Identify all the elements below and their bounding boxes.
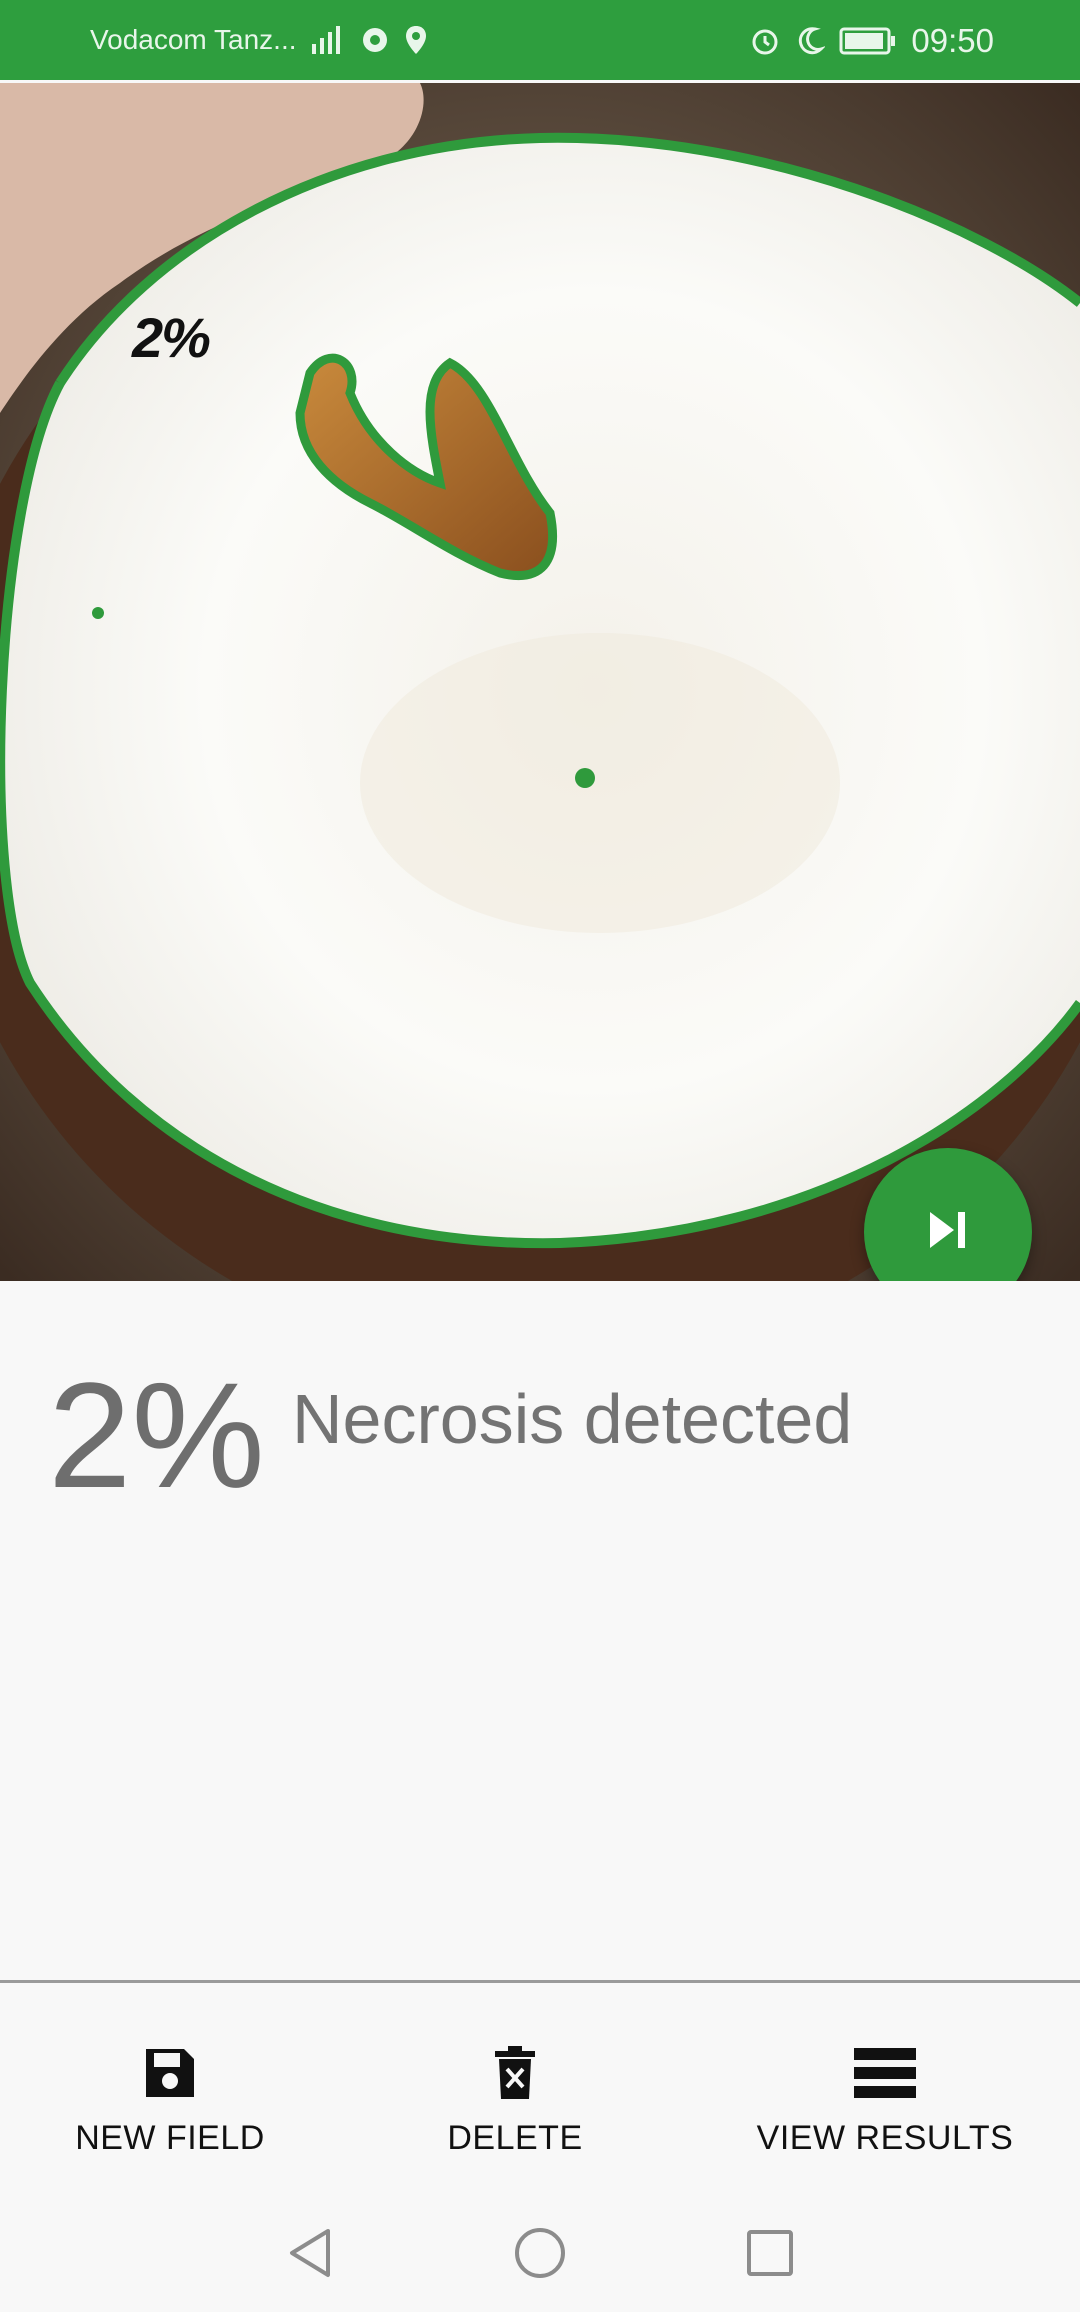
delete-icon xyxy=(493,2045,537,2101)
result-panel: 2% Necrosis detected xyxy=(0,1281,1080,1981)
delete-label: DELETE xyxy=(447,2119,583,2157)
back-icon[interactable] xyxy=(280,2223,340,2283)
clock-time: 09:50 xyxy=(911,22,994,59)
overlay-percent-label: 2% xyxy=(132,306,211,369)
battery-icon xyxy=(839,26,897,56)
signal-icon xyxy=(310,24,346,56)
alarm-icon xyxy=(749,25,781,57)
new-field-button[interactable]: NEW FIELD xyxy=(60,1983,280,2188)
analyzed-photo: 2% xyxy=(0,83,1080,1281)
save-icon xyxy=(142,2045,198,2101)
do-not-disturb-icon xyxy=(795,25,826,57)
recents-icon[interactable] xyxy=(740,2223,800,2283)
necrosis-percent: 2% xyxy=(48,1351,265,1519)
necrosis-label: Necrosis detected xyxy=(292,1380,853,1458)
view-results-label: VIEW RESULTS xyxy=(756,2119,1014,2157)
location-icon xyxy=(404,24,428,56)
list-icon xyxy=(854,2045,916,2101)
system-navigation-bar xyxy=(0,2188,1080,2312)
new-field-label: NEW FIELD xyxy=(75,2119,265,2157)
data-saver-icon xyxy=(360,25,390,55)
view-results-button[interactable]: VIEW RESULTS xyxy=(740,1983,1030,2188)
bottom-navigation: NEW FIELD DELETE VIEW RESULTS xyxy=(0,1983,1080,2188)
status-bar: Vodacom Tanz... 09:50 xyxy=(0,0,1080,80)
skip-next-icon xyxy=(926,1210,970,1255)
home-icon[interactable] xyxy=(510,2223,570,2283)
carrier-name: Vodacom Tanz... xyxy=(90,24,297,55)
delete-button[interactable]: DELETE xyxy=(420,1983,610,2188)
